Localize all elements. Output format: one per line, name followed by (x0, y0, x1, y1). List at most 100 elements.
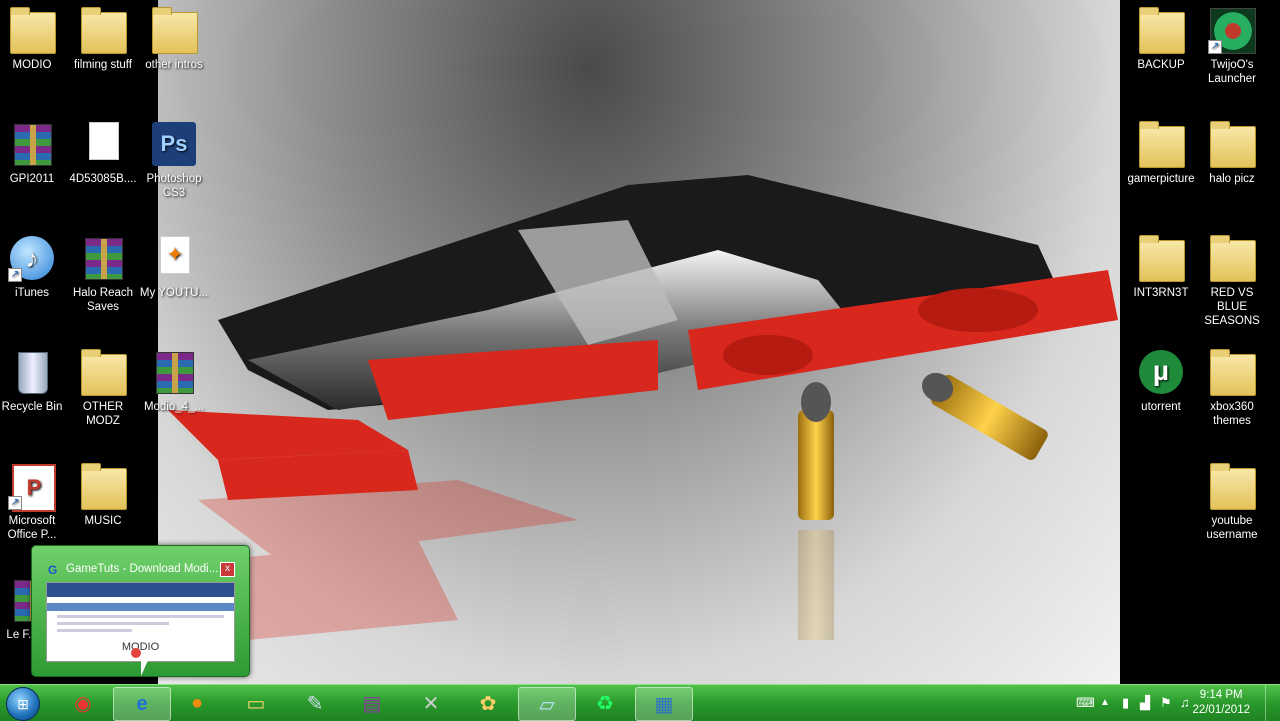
cursor-click-indicator (131, 648, 141, 658)
photoshop-icon: Ps (150, 120, 198, 168)
icon-label: MODIO (12, 59, 52, 71)
desktop-icon-modio[interactable]: MODIO (0, 6, 68, 72)
wallpaper-art (168, 175, 1118, 640)
icon-label: TwijoO's Launcher (1208, 59, 1256, 85)
show-desktop-button[interactable] (1265, 685, 1280, 721)
paint-palette-icon: ✿ (479, 692, 497, 715)
desktop-icon-backup[interactable]: BACKUP (1125, 6, 1197, 72)
icon-label: Recycle Bin (1, 401, 63, 413)
shortcut-arrow-icon: ↗ (1208, 40, 1222, 54)
icon-label: My YOUTU... (139, 287, 209, 299)
desktop-icon-halo-picz[interactable]: halo picz (1196, 120, 1268, 186)
taskbar-notepad-button[interactable]: ▱ (518, 687, 576, 721)
desktop-icon-itunes[interactable]: ♪ ↗ iTunes (0, 234, 68, 300)
taskbar-xbox-button[interactable]: ✕ (403, 687, 459, 719)
red-lettering-reflection (198, 480, 578, 640)
folder-icon (1208, 234, 1256, 282)
icon-label: other intros (145, 59, 203, 71)
utorrent-icon: µ (1137, 348, 1185, 396)
desktop-icon-twijoos-launcher[interactable]: ↗ TwijoO's Launcher (1196, 6, 1268, 86)
desktop-icon-halo-reach-saves[interactable]: Halo Reach Saves (67, 234, 139, 314)
desktop-icon-utorrent[interactable]: µ utorrent (1125, 348, 1197, 414)
taskbar-chrome-button[interactable]: ◉ (55, 687, 111, 719)
clock-date: 22/01/2012 (1192, 704, 1250, 716)
desktop-icon-youtube-username[interactable]: youtube username (1196, 462, 1268, 542)
gametuts-favicon-icon: G (48, 563, 58, 577)
start-button[interactable]: ⊞ (6, 687, 40, 721)
powerpoint-icon: P ↗ (8, 462, 56, 512)
clock-time: 9:14 PM (1199, 689, 1243, 701)
keyboard-icon[interactable]: ⌨ (1076, 695, 1095, 711)
battery-icon[interactable]: ▮ (1122, 695, 1129, 711)
winrar-archive-icon (150, 348, 198, 396)
taskbar-firefox-button[interactable]: ● (169, 687, 225, 719)
desktop-icon-other-intros[interactable]: other intros (138, 6, 210, 72)
icon-label: OTHER MODZ (82, 401, 124, 427)
winrar-icon: ▤ (362, 692, 382, 715)
desktop-icon-filming-stuff[interactable]: filming stuff (67, 6, 139, 72)
clock[interactable]: 9:14 PM 22/01/2012 (1192, 688, 1250, 718)
itunes-icon: ♪ ↗ (8, 234, 56, 282)
firefox-icon: ● (190, 691, 204, 714)
desktop-icon-4d53085b[interactable]: 4D53085B.... (67, 120, 139, 186)
desktop-icon-int3rn3t[interactable]: INT3RN3T (1125, 234, 1197, 300)
folder-icon: ▭ (246, 692, 266, 715)
network-signal-icon[interactable]: ▟ (1140, 695, 1150, 711)
icon-label: gamerpicture (1127, 173, 1195, 185)
desktop-icon-recycle-bin[interactable]: Recycle Bin (0, 348, 68, 414)
taskbar-movie-maker-button[interactable]: ▦ (635, 687, 693, 721)
taskbar-recycle-button[interactable]: ♻ (577, 687, 633, 719)
desktop-icon-gamerpicture[interactable]: gamerpicture (1125, 120, 1197, 186)
document-icon: ✦ (150, 234, 198, 282)
folder-icon (1208, 348, 1256, 396)
taskbar-palette-button[interactable]: ✿ (460, 687, 516, 719)
desktop-icon-other-modz[interactable]: OTHER MODZ (67, 348, 139, 428)
right-desktop-strip (1120, 0, 1280, 684)
icon-label: Halo Reach Saves (72, 287, 134, 313)
taskbar-paint-button[interactable]: ✎ (287, 687, 343, 719)
taskbar-explorer-button[interactable]: ▭ (228, 687, 284, 719)
folder-icon (1137, 6, 1185, 54)
desktop-icon-red-vs-blue[interactable]: RED VS BLUE SEASONS (1196, 234, 1268, 328)
taskbar-internet-explorer-button[interactable]: e (113, 687, 171, 721)
paint-brush-icon: ✎ (306, 692, 324, 715)
icon-label: GPI2011 (9, 173, 55, 185)
thumbnail-close-button[interactable]: x (220, 562, 235, 577)
folder-icon (8, 6, 56, 54)
desktop-icon-gpi2011[interactable]: GPI2011 (0, 120, 68, 186)
shortcut-arrow-icon: ↗ (8, 268, 22, 282)
bullet-lying (922, 372, 1048, 460)
winrar-archive-icon (8, 120, 56, 168)
desktop-wallpaper (158, 0, 1120, 684)
folder-icon (150, 6, 198, 54)
desktop-icon-photoshop[interactable]: Ps Photoshop CS3 (138, 120, 210, 200)
taskbar: ⊞ ◉ e ● ▭ ✎ ▤ ✕ ✿ ▱ ♻ ▦ ⌨ ▲ ▮ ▟ ⚑ ♫ 9:14… (0, 684, 1280, 721)
volume-icon[interactable]: ♫ (1180, 695, 1190, 710)
desktop-icon-xbox360-themes[interactable]: xbox360 themes (1196, 348, 1268, 428)
desktop-icon-my-youtube[interactable]: ✦ My YOUTU... (138, 234, 210, 300)
film-strip-icon: ▦ (654, 693, 674, 716)
folder-icon (79, 348, 127, 396)
icon-label: halo picz (1209, 173, 1255, 185)
icon-label: INT3RN3T (1133, 287, 1189, 299)
desktop-icon-microsoft-office[interactable]: P ↗ Microsoft Office P... (0, 462, 68, 542)
folder-icon (79, 6, 127, 54)
shortcut-arrow-icon: ↗ (8, 496, 22, 510)
xbox-icon: ✕ (422, 692, 440, 715)
icon-label: Microsoft Office P... (7, 515, 57, 541)
folder-icon (1137, 234, 1185, 282)
desktop-icon-modio-4[interactable]: Modio_4_... (138, 348, 210, 414)
folder-icon (1208, 462, 1256, 510)
icon-label: utorrent (1141, 401, 1181, 413)
bullet-reflection (798, 530, 834, 640)
icon-label: BACKUP (1137, 59, 1185, 71)
folder-icon (1137, 120, 1185, 168)
recycle-icon: ♻ (596, 692, 614, 715)
icon-label: RED VS BLUE SEASONS (1204, 287, 1260, 327)
show-hidden-icons-arrow-icon[interactable]: ▲ (1100, 697, 1110, 708)
icon-label: xbox360 themes (1210, 401, 1254, 427)
desktop-icon-music[interactable]: MUSIC (67, 462, 139, 528)
taskbar-winrar-button[interactable]: ▤ (344, 687, 400, 719)
flag-icon[interactable]: ⚑ (1160, 695, 1172, 711)
icon-label: 4D53085B.... (69, 173, 137, 185)
